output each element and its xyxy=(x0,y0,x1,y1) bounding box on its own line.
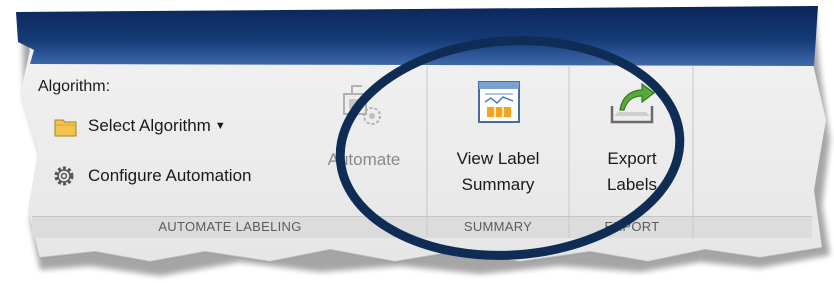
annotation-ellipse xyxy=(335,36,685,260)
screenshot-stage: Algorithm: Select Algorithm ▼ Configure A… xyxy=(0,0,834,283)
